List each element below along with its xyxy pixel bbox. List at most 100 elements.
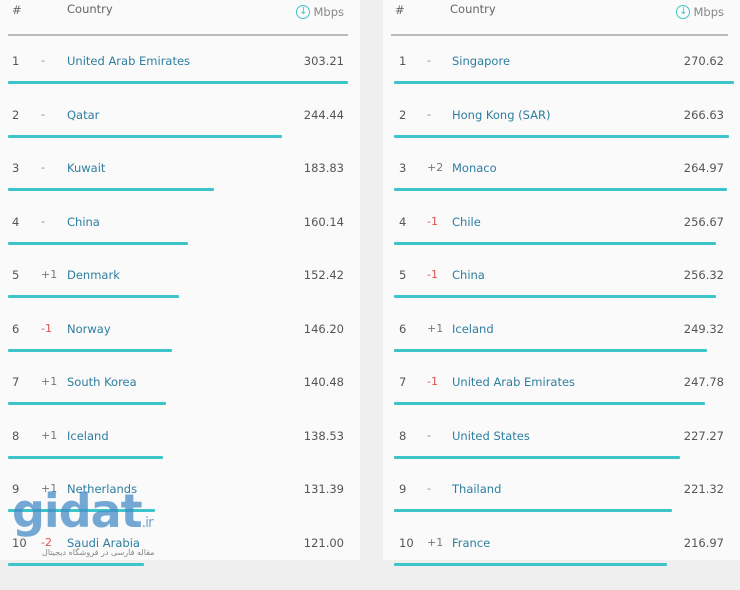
download-circle-icon: ↓ (676, 5, 691, 19)
country-link[interactable]: United States (452, 429, 530, 443)
speed-bar (8, 348, 172, 352)
rank: 6 (12, 321, 20, 336)
table-row: 2 - Hong Kong (SAR) 266.63 (383, 108, 740, 162)
header-divider (391, 34, 728, 36)
table-row: 6 -1 Norway 146.20 (0, 322, 360, 376)
rank-change: - (41, 54, 45, 67)
rank-header: # (12, 3, 22, 17)
table-row: 7 +1 South Korea 140.48 (0, 375, 360, 429)
speed-value: 256.32 (683, 268, 724, 282)
table-row: 5 -1 China 256.32 (383, 268, 740, 322)
download-circle-icon: ↓ (296, 5, 311, 19)
table-row: 5 +1 Denmark 152.42 (0, 268, 360, 322)
unit-label: Mbps (693, 5, 724, 19)
rank-change: +1 (41, 268, 58, 281)
rank-change: +1 (427, 535, 444, 549)
country-link[interactable]: Iceland (67, 429, 109, 443)
speed-value: 221.32 (683, 482, 724, 496)
rank: 4 (399, 214, 407, 229)
rank-change: - (427, 482, 431, 495)
country-link[interactable]: Kuwait (67, 161, 105, 175)
table-row: 1 - Singapore 270.62 (383, 54, 740, 108)
rank: 3 (12, 161, 20, 175)
speed-bar (8, 295, 179, 298)
watermark-logo: gidat.ir مقاله فارسی در فروشگاه دیجیتال (12, 484, 155, 557)
rank-change: +1 (41, 375, 58, 388)
speed-value: 244.44 (303, 107, 344, 122)
country-link[interactable]: China (452, 268, 485, 282)
speed-value: 264.97 (683, 161, 724, 175)
speed-value: 227.27 (683, 428, 724, 443)
country-link[interactable]: China (67, 215, 100, 229)
country-link[interactable]: United Arab Emirates (67, 54, 190, 68)
speed-value: 303.21 (303, 54, 344, 68)
table-row: 1 - United Arab Emirates 303.21 (0, 54, 360, 108)
country-link[interactable]: Norway (67, 322, 111, 336)
table-row: 3 +2 Monaco 264.97 (383, 161, 740, 215)
speed-bar (394, 188, 727, 191)
speed-bar (394, 402, 706, 405)
speed-bar (394, 295, 717, 298)
rank-change: -1 (41, 321, 52, 335)
speed-value: 146.20 (303, 321, 344, 336)
country-link[interactable]: Denmark (67, 268, 120, 282)
rank: 6 (399, 321, 407, 336)
speed-bar (394, 81, 734, 84)
rank-change: - (41, 161, 45, 174)
table-row: 2 - Qatar 244.44 (0, 108, 360, 162)
speed-value: 216.97 (683, 535, 724, 550)
speed-bar (394, 348, 708, 352)
rank: 8 (399, 428, 407, 443)
rank-change: +1 (427, 321, 444, 335)
country-header: Country (450, 2, 496, 16)
unit-header: ↓ Mbps (676, 5, 724, 19)
speed-bar (8, 134, 283, 138)
speed-bar (394, 241, 717, 245)
unit-label: Mbps (313, 5, 344, 19)
speed-bar (8, 402, 166, 405)
country-link[interactable]: Thailand (452, 482, 501, 496)
speed-value: 140.48 (303, 375, 344, 389)
rank-change: - (427, 428, 431, 442)
speed-bar (394, 509, 673, 512)
rank-change: - (427, 54, 431, 67)
speed-value: 160.14 (303, 214, 344, 229)
right-ranking-panel: # Country ↓ Mbps 1 - Singapore 270.62 2 - Hong Kon… (383, 0, 740, 566)
table-row: 7 -1 United Arab Emirates 247.78 (383, 375, 740, 429)
country-link[interactable]: Singapore (452, 54, 510, 68)
country-header: Country (67, 2, 113, 16)
header-divider (8, 34, 348, 36)
speed-value: 131.39 (303, 482, 344, 496)
country-link[interactable]: Iceland (452, 322, 494, 336)
rank: 1 (12, 54, 20, 68)
speed-value: 152.42 (303, 268, 344, 282)
table-row: 3 - Kuwait 183.83 (0, 161, 360, 215)
speed-value: 266.63 (683, 107, 724, 122)
speed-value: 138.53 (303, 428, 344, 443)
table-row: 4 -1 Chile 256.67 (383, 215, 740, 269)
speed-value: 270.62 (683, 54, 724, 68)
table-row: 9 - Thailand 221.32 (383, 482, 740, 536)
rank: 5 (399, 268, 407, 282)
country-link[interactable]: United Arab Emirates (452, 375, 575, 389)
table-row: 6 +1 Iceland 249.32 (383, 322, 740, 376)
country-link[interactable]: Qatar (67, 108, 99, 122)
country-link[interactable]: Chile (452, 215, 481, 229)
rank: 7 (12, 375, 20, 389)
rank: 4 (12, 214, 20, 229)
country-link[interactable]: South Korea (67, 375, 137, 389)
country-link[interactable]: Hong Kong (SAR) (452, 108, 551, 122)
table-header: # Country ↓ Mbps (0, 0, 360, 36)
speed-value: 249.32 (683, 321, 724, 336)
rank-change: -1 (427, 214, 438, 228)
rank-change: - (41, 214, 45, 228)
rank: 9 (399, 482, 407, 496)
rank-header: # (395, 3, 405, 17)
country-link[interactable]: France (452, 536, 490, 550)
speed-bar (394, 562, 667, 566)
rank-change: - (427, 107, 431, 121)
speed-value: 256.67 (683, 214, 724, 229)
country-link[interactable]: Monaco (452, 161, 497, 175)
rank: 2 (12, 107, 20, 122)
rank: 5 (12, 268, 20, 282)
